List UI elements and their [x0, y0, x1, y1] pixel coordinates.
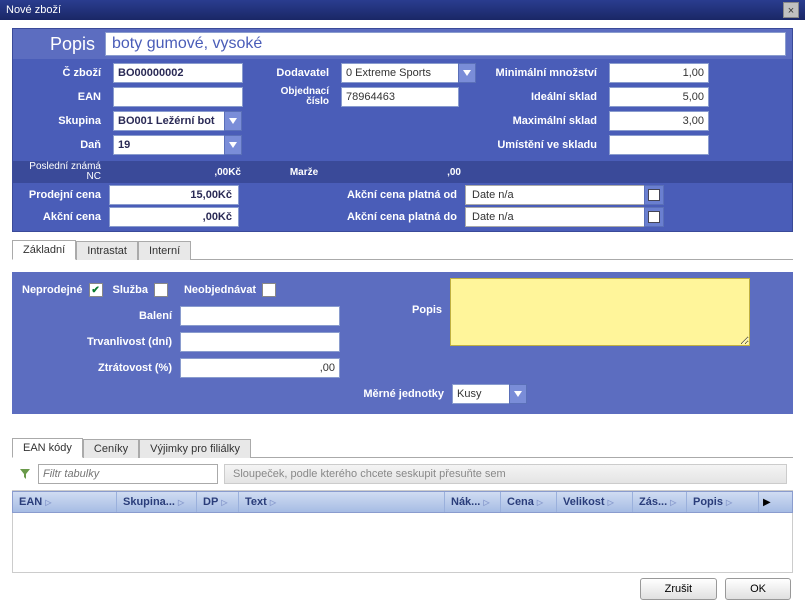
calendar-icon[interactable] [644, 185, 664, 205]
popis2-label: Popis [402, 304, 442, 316]
calendar-icon[interactable] [644, 207, 664, 227]
column-ean[interactable]: EAN▷ [13, 492, 117, 512]
dodavatel-dropdown-icon[interactable] [458, 63, 476, 83]
prodejni-label: Prodejní cena [19, 189, 109, 201]
ean-input[interactable] [113, 87, 243, 107]
umisteni-label: Umístění ve skladu [485, 139, 605, 151]
tab-ceniky[interactable]: Ceníky [83, 439, 139, 458]
ok-button[interactable]: OK [725, 578, 791, 600]
tab-interni[interactable]: Interní [138, 241, 191, 260]
grid-header: EAN▷ Skupina...▷ DP▷ Text▷ Nák...▷ Cena▷… [12, 491, 793, 513]
trvanlivost-input[interactable] [180, 332, 340, 352]
sluzba-checkbox[interactable] [154, 283, 168, 297]
funnel-icon [18, 467, 32, 481]
column-text[interactable]: Text▷ [239, 492, 445, 512]
akcni-od-input[interactable]: Date n/a [465, 185, 645, 205]
column-popis[interactable]: Popis▷ [687, 492, 759, 512]
minmnoz-label: Minimální množství [485, 67, 605, 79]
neprodejne-checkbox[interactable] [89, 283, 103, 297]
marze-value: ,00 [359, 167, 469, 178]
popis-label: Popis [19, 34, 105, 55]
window-title: Nové zboží [6, 0, 61, 20]
skupina-label: Skupina [19, 115, 109, 127]
objednaci-label: Objednací číslo [257, 87, 337, 107]
close-icon[interactable]: × [783, 2, 799, 18]
skupina-dropdown-icon[interactable] [224, 111, 242, 131]
scroll-right-icon[interactable]: ▶ [759, 497, 775, 508]
idealni-input[interactable] [609, 87, 709, 107]
akcni-do-label: Akční cena platná do [239, 211, 465, 223]
tab-ean-kody[interactable]: EAN kódy [12, 438, 83, 458]
column-nak[interactable]: Nák...▷ [445, 492, 501, 512]
grid-body [12, 513, 793, 573]
merne-select[interactable] [452, 384, 510, 404]
umisteni-input[interactable] [609, 135, 709, 155]
column-velikost[interactable]: Velikost▷ [557, 492, 633, 512]
tab-zakladni[interactable]: Základní [12, 240, 76, 260]
prodejni-input[interactable] [109, 185, 239, 205]
trvanlivost-label: Trvanlivost (dní) [22, 336, 172, 348]
baleni-input[interactable] [180, 306, 340, 326]
popis2-textarea[interactable] [450, 278, 750, 346]
dan-select[interactable] [113, 135, 225, 155]
tab-intrastat[interactable]: Intrastat [76, 241, 138, 260]
window-titlebar: Nové zboží × [0, 0, 805, 20]
merne-dropdown-icon[interactable] [509, 384, 527, 404]
dan-label: Daň [19, 139, 109, 151]
ztratovost-input[interactable] [180, 358, 340, 378]
idealni-label: Ideální sklad [485, 91, 605, 103]
objednaci-input[interactable] [341, 87, 459, 107]
popis-input[interactable] [105, 32, 786, 56]
main-panel: Popis Č zboží Dodavatel Minimální množst… [12, 28, 793, 232]
dodavatel-label: Dodavatel [257, 67, 337, 79]
akcni-od-label: Akční cena platná od [239, 189, 465, 201]
dodavatel-select[interactable] [341, 63, 459, 83]
column-zas[interactable]: Zás...▷ [633, 492, 687, 512]
lower-tabs: EAN kódy Ceníky Výjimky pro filiálky [12, 436, 793, 458]
baleni-label: Balení [22, 310, 172, 322]
column-cena[interactable]: Cena▷ [501, 492, 557, 512]
posledni-nc-label: Poslední známá NC [13, 162, 109, 182]
minmnoz-input[interactable] [609, 63, 709, 83]
akcni-do-input[interactable]: Date n/a [465, 207, 645, 227]
neprodejne-label: Neprodejné [22, 284, 83, 296]
upper-tabs: Základní Intrastat Interní [12, 238, 793, 260]
czbozi-input[interactable] [113, 63, 243, 83]
skupina-select[interactable] [113, 111, 225, 131]
maximal-label: Maximální sklad [485, 115, 605, 127]
merne-label: Měrné jednotky [348, 388, 444, 400]
neobjednavat-label: Neobjednávat [184, 284, 256, 296]
ztratovost-label: Ztrátovost (%) [22, 362, 172, 374]
marze-label: Marže [249, 167, 359, 178]
maximal-input[interactable] [609, 111, 709, 131]
column-dp[interactable]: DP▷ [197, 492, 239, 512]
ean-label: EAN [19, 91, 109, 103]
column-skupina[interactable]: Skupina...▷ [117, 492, 197, 512]
group-hint: Sloupeček, podle kterého chcete seskupit… [224, 464, 787, 484]
neobjednavat-checkbox[interactable] [262, 283, 276, 297]
middle-panel: Neprodejné Služba Neobjednávat Balení Tr… [12, 272, 793, 414]
sluzba-label: Služba [113, 284, 148, 296]
czbozi-label: Č zboží [19, 67, 109, 79]
cancel-button[interactable]: Zrušit [640, 578, 718, 600]
akcni-cena-input[interactable] [109, 207, 239, 227]
posledni-nc-value: ,00Kč [109, 167, 249, 178]
tab-vyjimky[interactable]: Výjimky pro filiálky [139, 439, 251, 458]
filter-input[interactable] [38, 464, 218, 484]
akcni-cena-label: Akční cena [19, 211, 109, 223]
dan-dropdown-icon[interactable] [224, 135, 242, 155]
